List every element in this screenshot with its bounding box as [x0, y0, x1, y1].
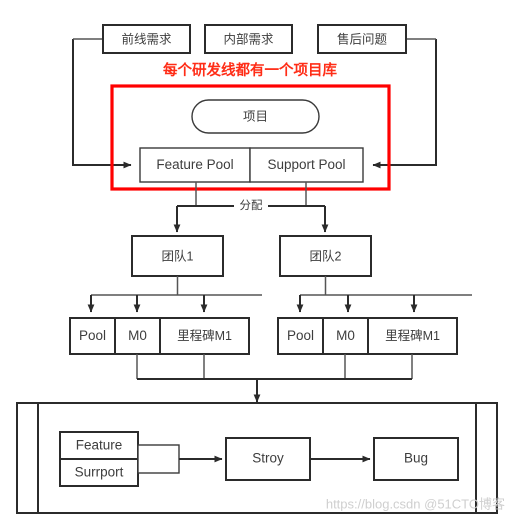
- source-box-internal-demand-label: 内部需求: [223, 31, 274, 46]
- edge-front-line-to-feature-pool: [72, 39, 132, 169]
- red-annotation-label: 每个研发线都有一个项目库: [163, 61, 337, 79]
- edge-allocation-to-team-1: [177, 205, 196, 232]
- edge-after-sales-to-support-pool: [372, 39, 437, 169]
- team-box-2-label: 团队2: [310, 248, 342, 263]
- team-2-items: Pool M0 里程碑M1: [277, 317, 458, 355]
- team-box-2[interactable]: 团队2: [279, 235, 372, 277]
- backlog-merge-connector: [137, 444, 180, 474]
- source-box-front-line-demand[interactable]: 前线需求: [102, 24, 191, 54]
- team-1-fanout: [87, 276, 262, 313]
- source-box-internal-demand[interactable]: 内部需求: [204, 24, 293, 54]
- convergence-routing: [136, 354, 413, 403]
- source-box-after-sales-issue-label: 售后问题: [337, 31, 388, 46]
- feature-item-label: Feature: [76, 438, 123, 453]
- watermark-text: https://blog.csdn @51CTO博客: [326, 496, 505, 511]
- edge-allocation-to-team-2: [306, 205, 325, 232]
- source-box-front-line-demand-label: 前线需求: [121, 31, 172, 46]
- bug-label: Bug: [404, 451, 428, 466]
- surrport-item-label: Surrport: [75, 465, 124, 480]
- project-node[interactable]: 项目: [191, 99, 320, 134]
- team1-m0-label: M0: [128, 328, 147, 343]
- team2-pool-label: Pool: [287, 328, 314, 343]
- team-2-fanout: [296, 276, 472, 313]
- team1-m1-label: 里程碑M1: [177, 328, 232, 343]
- support-pool-label: Support Pool: [267, 157, 345, 172]
- team2-m1-label: 里程碑M1: [385, 328, 440, 343]
- allocation-label: 分配: [240, 199, 263, 212]
- feature-pool-label: Feature Pool: [156, 157, 233, 172]
- team2-m0-label: M0: [336, 328, 355, 343]
- source-box-after-sales-issue[interactable]: 售后问题: [317, 24, 407, 54]
- pool-row: Feature Pool Support Pool: [139, 147, 364, 183]
- diagram-canvas: 前线需求 内部需求 售后问题 每个研发线都有一个项目库 项目 Feature P…: [0, 0, 513, 531]
- team-box-1-label: 团队1: [162, 248, 194, 263]
- team-1-items: Pool M0 里程碑M1: [69, 317, 250, 355]
- flow-diagram: 前线需求 内部需求 售后问题 每个研发线都有一个项目库 项目 Feature P…: [16, 24, 505, 514]
- team-box-1[interactable]: 团队1: [131, 235, 224, 277]
- project-node-label: 项目: [243, 109, 268, 123]
- stroy-label: Stroy: [252, 451, 284, 466]
- team1-pool-label: Pool: [79, 328, 106, 343]
